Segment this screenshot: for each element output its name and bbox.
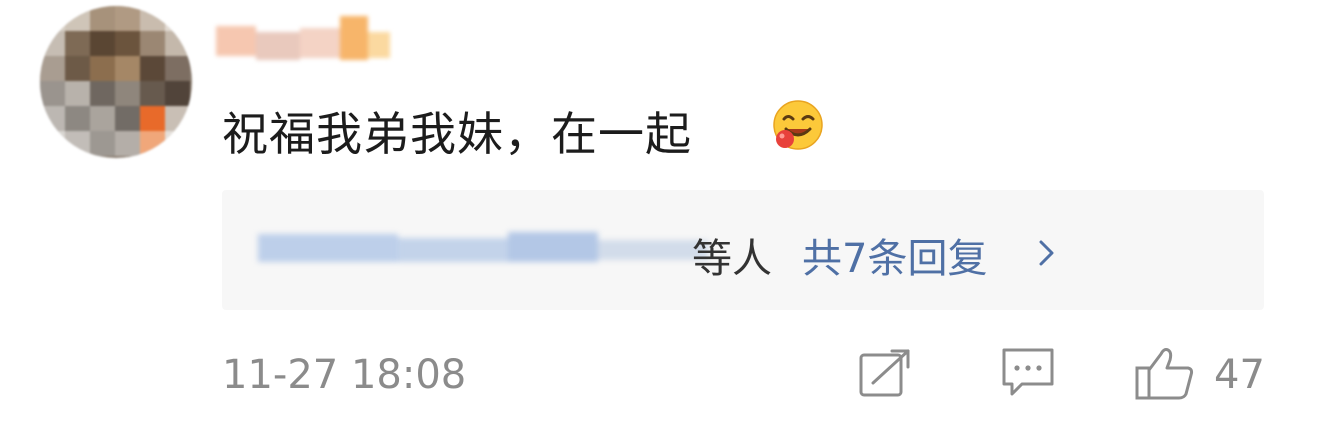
- reply-suffix: 等人: [692, 236, 772, 282]
- reply-names-blurred: [258, 228, 718, 274]
- reply-count-link[interactable]: 共7条回复: [802, 226, 987, 284]
- replies-preview[interactable]: 等人 共7条回复: [222, 190, 1264, 310]
- comment-text: 祝福我弟我妹，在一起: [222, 107, 692, 161]
- avatar[interactable]: [40, 6, 192, 158]
- thumbs-up-icon[interactable]: [1134, 344, 1196, 402]
- comment-timestamp: 11-27 18:08: [222, 352, 467, 398]
- comment-icon[interactable]: [1000, 346, 1056, 398]
- share-icon[interactable]: [858, 348, 914, 398]
- chevron-right-icon: [1039, 240, 1054, 266]
- username-blurred[interactable]: [216, 6, 392, 68]
- drooling-face-emoji: [773, 100, 823, 150]
- like-count: 47: [1214, 352, 1265, 398]
